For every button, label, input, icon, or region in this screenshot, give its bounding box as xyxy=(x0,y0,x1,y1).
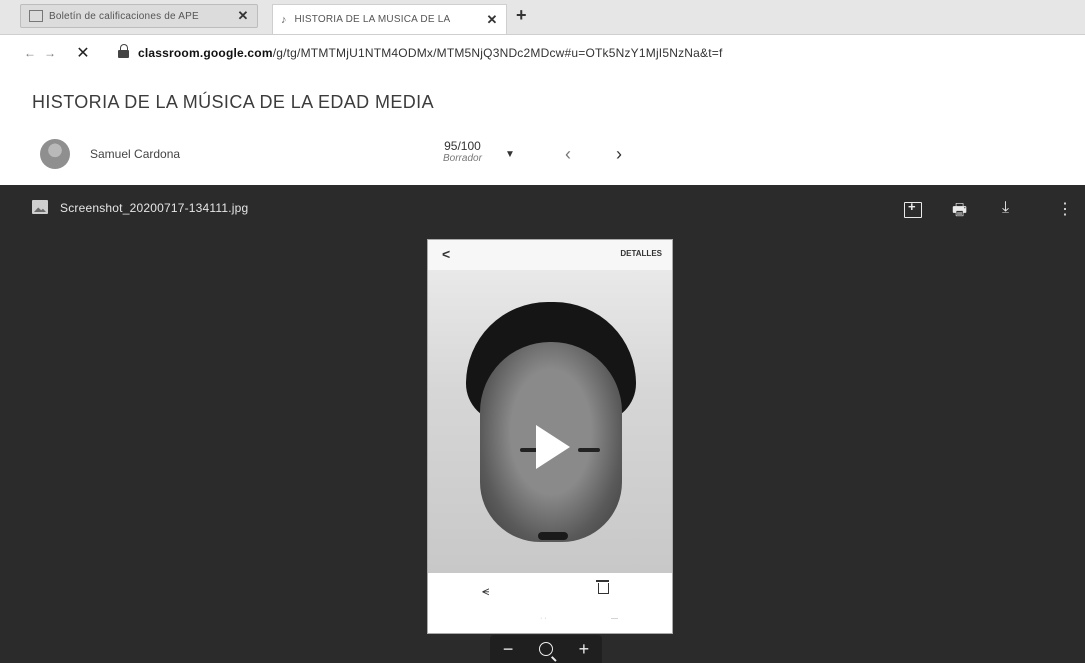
download-icon[interactable]: ⤓ xyxy=(1002,199,1009,217)
attachment-viewer: Screenshot_20200717-134111.jpg 🖶 ⤓ ⋮ < D… xyxy=(0,185,1085,663)
new-tab-button[interactable]: + xyxy=(516,5,527,26)
back-arrow-icon[interactable]: ← xyxy=(20,46,40,60)
play-icon xyxy=(536,425,570,469)
viewer-toolbar: Screenshot_20200717-134111.jpg 🖶 ⤓ ⋮ xyxy=(0,185,1085,239)
zoom-in-button[interactable]: + xyxy=(579,639,590,660)
next-student-icon[interactable]: › xyxy=(616,144,622,165)
lock-icon xyxy=(118,44,130,58)
url-domain: classroom.google.com xyxy=(138,46,273,60)
magnifier-icon[interactable] xyxy=(539,642,553,656)
zoom-out-button[interactable]: − xyxy=(503,639,514,660)
trash-icon xyxy=(596,580,609,594)
faint-label-icon: · · xyxy=(540,615,547,622)
chevron-down-icon[interactable]: ▼ xyxy=(505,149,515,160)
url-path: /g/tg/MTMTMjU1NTM4ODMx/MTM5NjQ3NDc2MDcw#… xyxy=(272,46,723,60)
share-icon: ⪪ xyxy=(482,583,490,598)
stop-loading-icon[interactable]: ✕ xyxy=(72,43,94,63)
phone-action-bar: ⪪ · · — xyxy=(428,573,672,633)
back-icon: < xyxy=(442,246,451,262)
file-name: Screenshot_20200717-134111.jpg xyxy=(60,201,249,215)
video-thumbnail xyxy=(428,270,672,573)
grade-field[interactable]: 95/100 Borrador xyxy=(443,139,482,164)
zoom-controls: − + xyxy=(490,635,602,663)
grade-status: Borrador xyxy=(443,153,482,164)
add-comment-icon[interactable] xyxy=(904,199,922,218)
page-title: HISTORIA DE LA MÚSICA DE LA EDAD MEDIA xyxy=(32,92,434,112)
avatar xyxy=(40,139,70,169)
tab-assignment[interactable]: ♪ HISTORIA DE LA MÚSICA DE LA ✕ xyxy=(272,4,507,34)
image-file-icon xyxy=(32,200,48,214)
tab-report-card[interactable]: Boletín de calificaciones de APE ✕ xyxy=(20,4,258,28)
more-vert-icon[interactable]: ⋮ xyxy=(1057,199,1073,219)
music-note-icon: ♪ xyxy=(281,13,287,26)
tab-title: Boletín de calificaciones de APE xyxy=(49,10,199,22)
print-icon[interactable]: 🖶 xyxy=(952,199,967,226)
phone-app-header: < DETALLES xyxy=(428,240,672,271)
url-field[interactable]: classroom.google.com/g/tg/MTMTMjU1NTM4OD… xyxy=(138,46,723,60)
close-tab-icon[interactable]: ✕ xyxy=(484,12,500,28)
student-name[interactable]: Samuel Cardona xyxy=(90,147,180,161)
details-label: DETALLES xyxy=(620,249,662,258)
document-icon xyxy=(29,10,43,22)
grade-value: 95/100 xyxy=(444,139,481,153)
mouth-shape xyxy=(538,532,568,540)
address-bar: ← → ✕ classroom.google.com/g/tg/MTMTMjU1… xyxy=(0,34,1085,72)
previous-student-icon[interactable]: ‹ xyxy=(565,144,571,165)
forward-arrow-icon[interactable]: → xyxy=(40,46,60,60)
browser-tab-strip: Boletín de calificaciones de APE ✕ ♪ HIS… xyxy=(0,0,1085,35)
screenshot-image: < DETALLES ⪪ · · — xyxy=(428,240,672,633)
eye-shape xyxy=(578,448,600,452)
tab-title: HISTORIA DE LA MÚSICA DE LA xyxy=(294,14,451,25)
close-tab-icon[interactable]: ✕ xyxy=(235,8,251,24)
student-header: Samuel Cardona 95/100 Borrador ▼ ‹ › xyxy=(0,135,1085,177)
faint-label-icon: — xyxy=(611,615,618,622)
